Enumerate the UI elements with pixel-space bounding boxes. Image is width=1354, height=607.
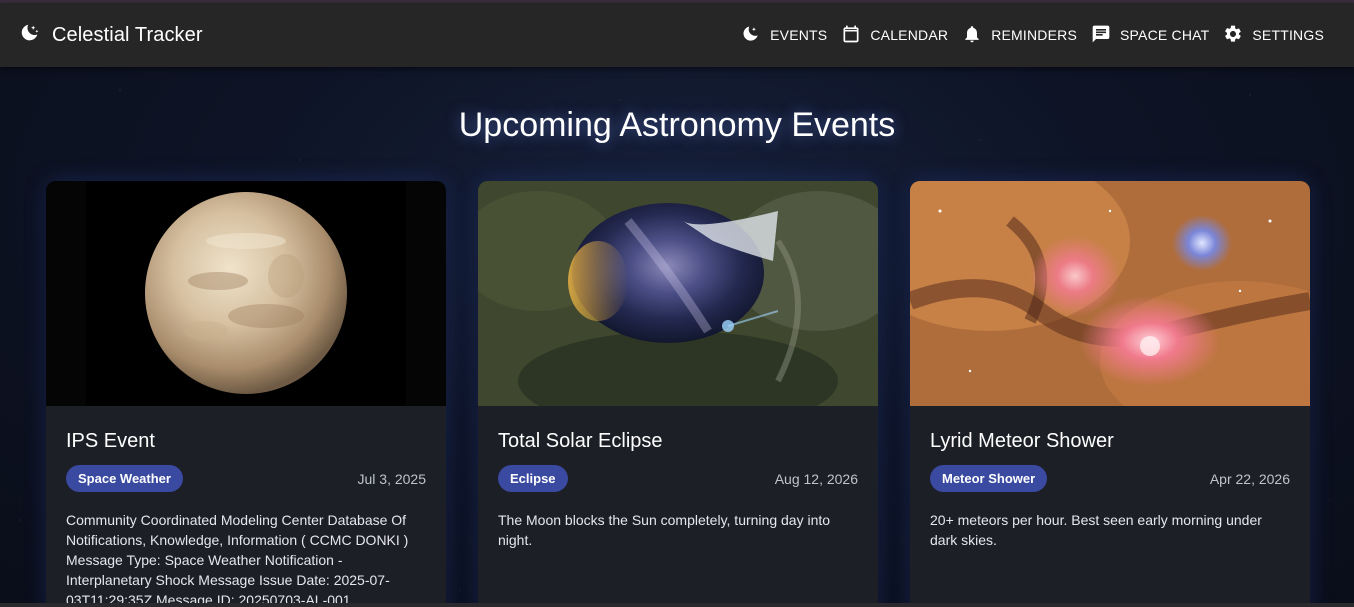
nav-calendar-label: CALENDAR [870,27,949,43]
nav-events[interactable]: EVENTS [741,24,827,47]
category-chip[interactable]: Space Weather [66,465,183,492]
event-description: 20+ meteors per hour. Best seen early mo… [930,512,1262,548]
nav-reminders-label: REMINDERS [991,27,1077,43]
event-card[interactable]: Total Solar Eclipse Eclipse Aug 12, 2026… [478,181,878,607]
nav-settings-label: SETTINGS [1252,27,1324,43]
calendar-icon [841,24,861,47]
nav-space-chat[interactable]: SPACE CHAT [1091,24,1209,47]
category-chip[interactable]: Eclipse [498,465,568,492]
event-description: The Moon blocks the Sun completely, turn… [498,512,831,548]
nav-reminders[interactable]: REMINDERS [962,24,1077,47]
page-title: Upcoming Astronomy Events [458,106,896,144]
moon-stars-icon [741,24,761,47]
app-bar: Celestial Tracker EVENTS CALENDAR REMIND… [0,3,1354,67]
event-card[interactable]: IPS Event Space Weather Jul 3, 2025 Comm… [46,181,446,607]
nav-calendar[interactable]: CALENDAR [841,24,948,47]
night-sky-panorama-image [478,181,878,406]
event-description: Community Coordinated Modeling Center Da… [66,512,409,607]
category-chip[interactable]: Meteor Shower [930,465,1048,492]
event-card[interactable]: Lyrid Meteor Shower Meteor Shower Apr 22… [910,181,1310,607]
nav-space-chat-label: SPACE CHAT [1120,27,1210,43]
event-title: IPS Event [66,430,155,452]
main-nav: EVENTS CALENDAR REMINDERS SPACE CHAT SET… [741,24,1324,47]
chat-icon [1091,24,1111,47]
app-title: Celestial Tracker [52,23,203,46]
nav-settings[interactable]: SETTINGS [1223,24,1324,47]
page: Celestial Tracker EVENTS CALENDAR REMIND… [0,0,1354,607]
event-card-list: IPS Event Space Weather Jul 3, 2025 Comm… [46,181,1310,607]
event-date: Aug 12, 2026 [774,470,858,487]
event-title: Total Solar Eclipse [498,430,663,452]
event-title: Lyrid Meteor Shower [930,430,1114,452]
mars-planet-image [46,181,446,406]
event-date: Jul 3, 2025 [357,470,427,487]
event-date: Apr 22, 2026 [1209,470,1290,487]
bell-icon [962,24,982,47]
gear-icon [1223,24,1243,47]
brand[interactable]: Celestial Tracker [19,22,203,49]
nebula-image [910,181,1310,406]
nav-events-label: EVENTS [770,27,828,43]
moon-stars-icon [19,22,41,49]
window-bottom-border [0,603,1354,607]
